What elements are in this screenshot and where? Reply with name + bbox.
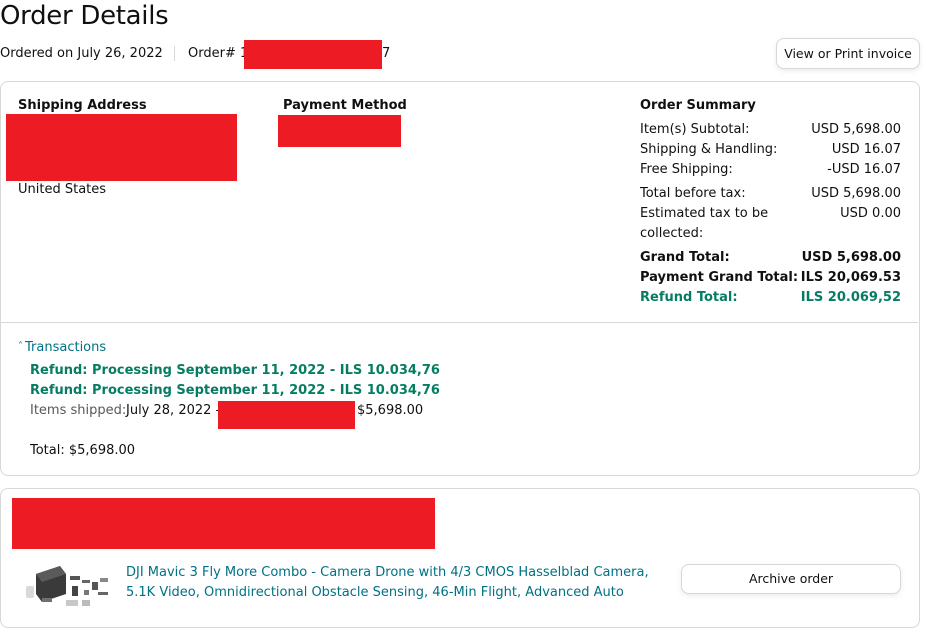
transactions-total: Total: $5,698.00 xyxy=(30,443,136,458)
drone-kit-icon xyxy=(26,566,108,606)
order-number-prefix: Order# 1 xyxy=(188,46,249,61)
summary-label: Shipping & Handling: xyxy=(640,142,778,157)
summary-value: USD 5,698.00 xyxy=(801,250,901,265)
shipping-country: United States xyxy=(18,182,107,197)
transactions-toggle[interactable]: ˄ Transactions xyxy=(18,337,106,358)
summary-value: USD 5,698.00 xyxy=(811,122,901,137)
summary-label: Grand Total: xyxy=(640,250,730,265)
view-print-invoice-button[interactable]: View or Print invoice xyxy=(776,38,920,69)
refund-line-1: Refund: Processing September 11, 2022 - … xyxy=(30,363,440,378)
summary-row-tax: Estimated tax to be collected: USD 0.00 xyxy=(640,204,901,244)
items-shipped-amount: $5,698.00 xyxy=(357,403,424,418)
order-date: Ordered on July 26, 2022 xyxy=(0,46,163,61)
meta-separator xyxy=(174,46,175,61)
card-divider xyxy=(1,322,918,323)
archive-order-button[interactable]: Archive order xyxy=(681,564,901,594)
product-title-line-1: DJI Mavic 3 Fly More Combo - Camera Dron… xyxy=(126,565,649,580)
order-number-suffix: 7 xyxy=(382,46,391,61)
summary-value: -USD 16.07 xyxy=(827,162,901,177)
order-summary-header: Order Summary xyxy=(640,98,756,113)
chevron-up-icon: ˄ xyxy=(18,341,23,352)
redacted-shipment-detail xyxy=(218,401,355,429)
transactions-toggle-label: Transactions xyxy=(25,340,107,355)
items-shipped-label: Items shipped: xyxy=(30,403,127,418)
summary-value: ILS 20.069,52 xyxy=(800,290,901,305)
summary-label: Refund Total: xyxy=(640,290,738,305)
summary-label: Free Shipping: xyxy=(640,162,733,177)
summary-row-grand-total: Grand Total: USD 5,698.00 xyxy=(640,248,901,268)
redacted-order-number xyxy=(244,40,382,69)
summary-value: USD 0.00 xyxy=(840,206,901,221)
summary-row-shipping: Shipping & Handling: USD 16.07 xyxy=(640,140,901,160)
product-title-line-2: 5.1K Video, Omnidirectional Obstacle Sen… xyxy=(126,585,624,600)
redacted-delivery-status xyxy=(12,498,435,549)
shipping-address-header: Shipping Address xyxy=(18,98,147,113)
summary-value: ILS 20,069.53 xyxy=(800,270,901,285)
redacted-shipping-address xyxy=(6,114,237,181)
summary-row-before-tax: Total before tax: USD 5,698.00 xyxy=(640,184,901,204)
summary-row-free-shipping: Free Shipping: -USD 16.07 xyxy=(640,160,901,180)
refund-line-2: Refund: Processing September 11, 2022 - … xyxy=(30,383,440,398)
page-title: Order Details xyxy=(0,1,169,31)
summary-label-continued: collected: xyxy=(640,226,704,241)
summary-row-refund-total: Refund Total: ILS 20.069,52 xyxy=(640,288,901,308)
product-title-link[interactable]: DJI Mavic 3 Fly More Combo - Camera Dron… xyxy=(126,563,649,603)
summary-row-subtotal: Item(s) Subtotal: USD 5,698.00 xyxy=(640,120,901,140)
payment-method-header: Payment Method xyxy=(283,98,407,113)
summary-label: Estimated tax to be xyxy=(640,206,769,221)
items-shipped-date: July 28, 2022 - xyxy=(126,403,221,418)
summary-label: Total before tax: xyxy=(640,186,746,201)
product-image[interactable] xyxy=(26,560,112,608)
summary-label: Payment Grand Total: xyxy=(640,270,799,285)
summary-value: USD 5,698.00 xyxy=(811,186,901,201)
summary-label: Item(s) Subtotal: xyxy=(640,122,750,137)
summary-row-payment-grand-total: Payment Grand Total: ILS 20,069.53 xyxy=(640,268,901,288)
summary-value: USD 16.07 xyxy=(831,142,901,157)
redacted-payment-method xyxy=(278,115,401,147)
